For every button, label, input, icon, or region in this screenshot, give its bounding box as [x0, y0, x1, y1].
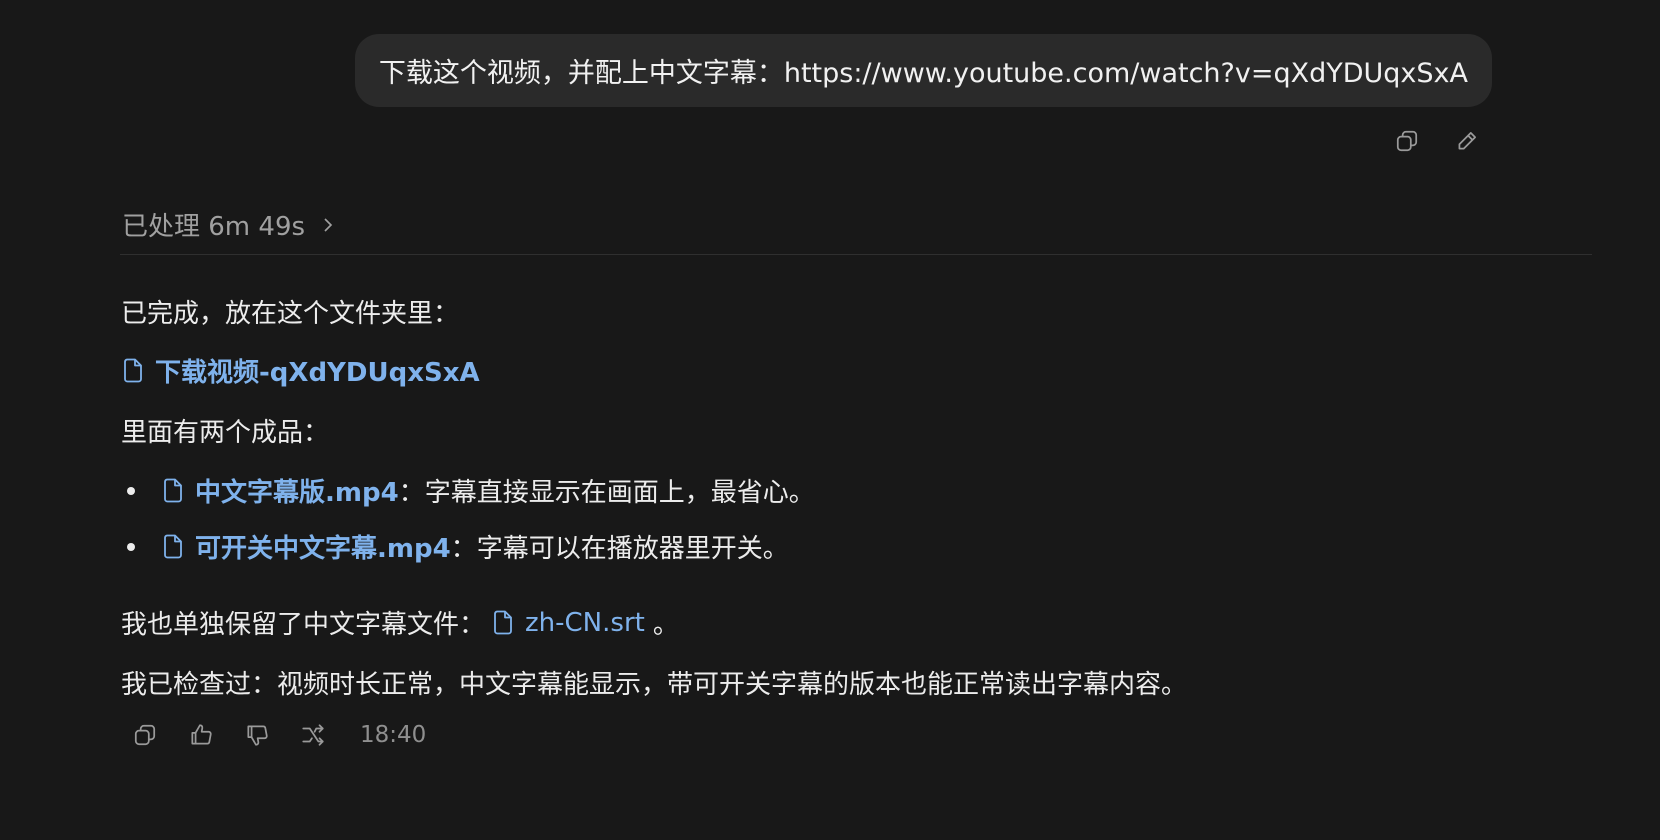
timestamp: 18:40 — [360, 722, 427, 748]
file-icon — [124, 358, 142, 383]
srt-line-suffix: 。 — [652, 610, 679, 640]
folder-link[interactable]: 下载视频-qXdYDUqxSxA — [121, 352, 480, 389]
chevron-right-icon — [324, 217, 333, 232]
product-file-label: 可开关中文字幕.mp4 — [195, 534, 451, 564]
product-desc: 字幕可以在播放器里开关。 — [476, 534, 789, 564]
file-icon — [494, 610, 512, 635]
processed-toggle[interactable]: 已处理 6m 49s — [122, 206, 337, 243]
product-file-link-2[interactable]: 可开关中文字幕.mp4 — [161, 528, 451, 565]
product-file-link-1[interactable]: 中文字幕版.mp4 — [161, 472, 399, 509]
user-message-text: 下载这个视频，并配上中文字幕：https://www.youtube.com/w… — [378, 58, 1468, 89]
copy-icon[interactable] — [1390, 124, 1424, 158]
srt-line: 我也单独保留了中文字幕文件： zh-CN.srt 。 — [121, 604, 679, 641]
user-message-actions — [1390, 124, 1484, 158]
srt-line-prefix: 我也单独保留了中文字幕文件： — [121, 610, 486, 640]
copy-icon[interactable] — [128, 718, 162, 752]
file-icon — [164, 534, 182, 559]
product-desc: 字幕直接显示在画面上，最省心。 — [424, 478, 815, 508]
contents-intro: 里面有两个成品： — [121, 418, 330, 448]
srt-file-link[interactable]: zh-CN.srt — [491, 608, 645, 638]
separator: ： — [450, 534, 477, 564]
intro-text: 已完成，放在这个文件夹里： — [121, 299, 460, 329]
edit-icon[interactable] — [1450, 124, 1484, 158]
assistant-actions: 18:40 — [128, 718, 426, 752]
folder-link-label: 下载视频-qXdYDUqxSxA — [155, 358, 480, 388]
processed-label: 已处理 6m 49s — [122, 212, 306, 242]
list-item: 中文字幕版.mp4 ： 字幕直接显示在画面上，最省心。 — [121, 472, 815, 509]
separator: ： — [398, 478, 425, 508]
bullet — [127, 542, 135, 551]
share-icon[interactable] — [296, 718, 330, 752]
list-item: 可开关中文字幕.mp4 ： 字幕可以在播放器里开关。 — [121, 528, 789, 565]
srt-file-label: zh-CN.srt — [525, 607, 645, 638]
bullet — [127, 486, 135, 495]
user-message-bubble: 下载这个视频，并配上中文字幕：https://www.youtube.com/w… — [354, 34, 1492, 107]
file-icon — [164, 478, 182, 503]
product-file-label: 中文字幕版.mp4 — [195, 478, 399, 508]
thumbs-up-icon[interactable] — [184, 718, 218, 752]
thumbs-down-icon[interactable] — [240, 718, 274, 752]
check-line: 我已检查过：视频时长正常，中文字幕能显示，带可开关字幕的版本也能正常读出字幕内容… — [121, 670, 1188, 700]
divider — [120, 254, 1592, 255]
